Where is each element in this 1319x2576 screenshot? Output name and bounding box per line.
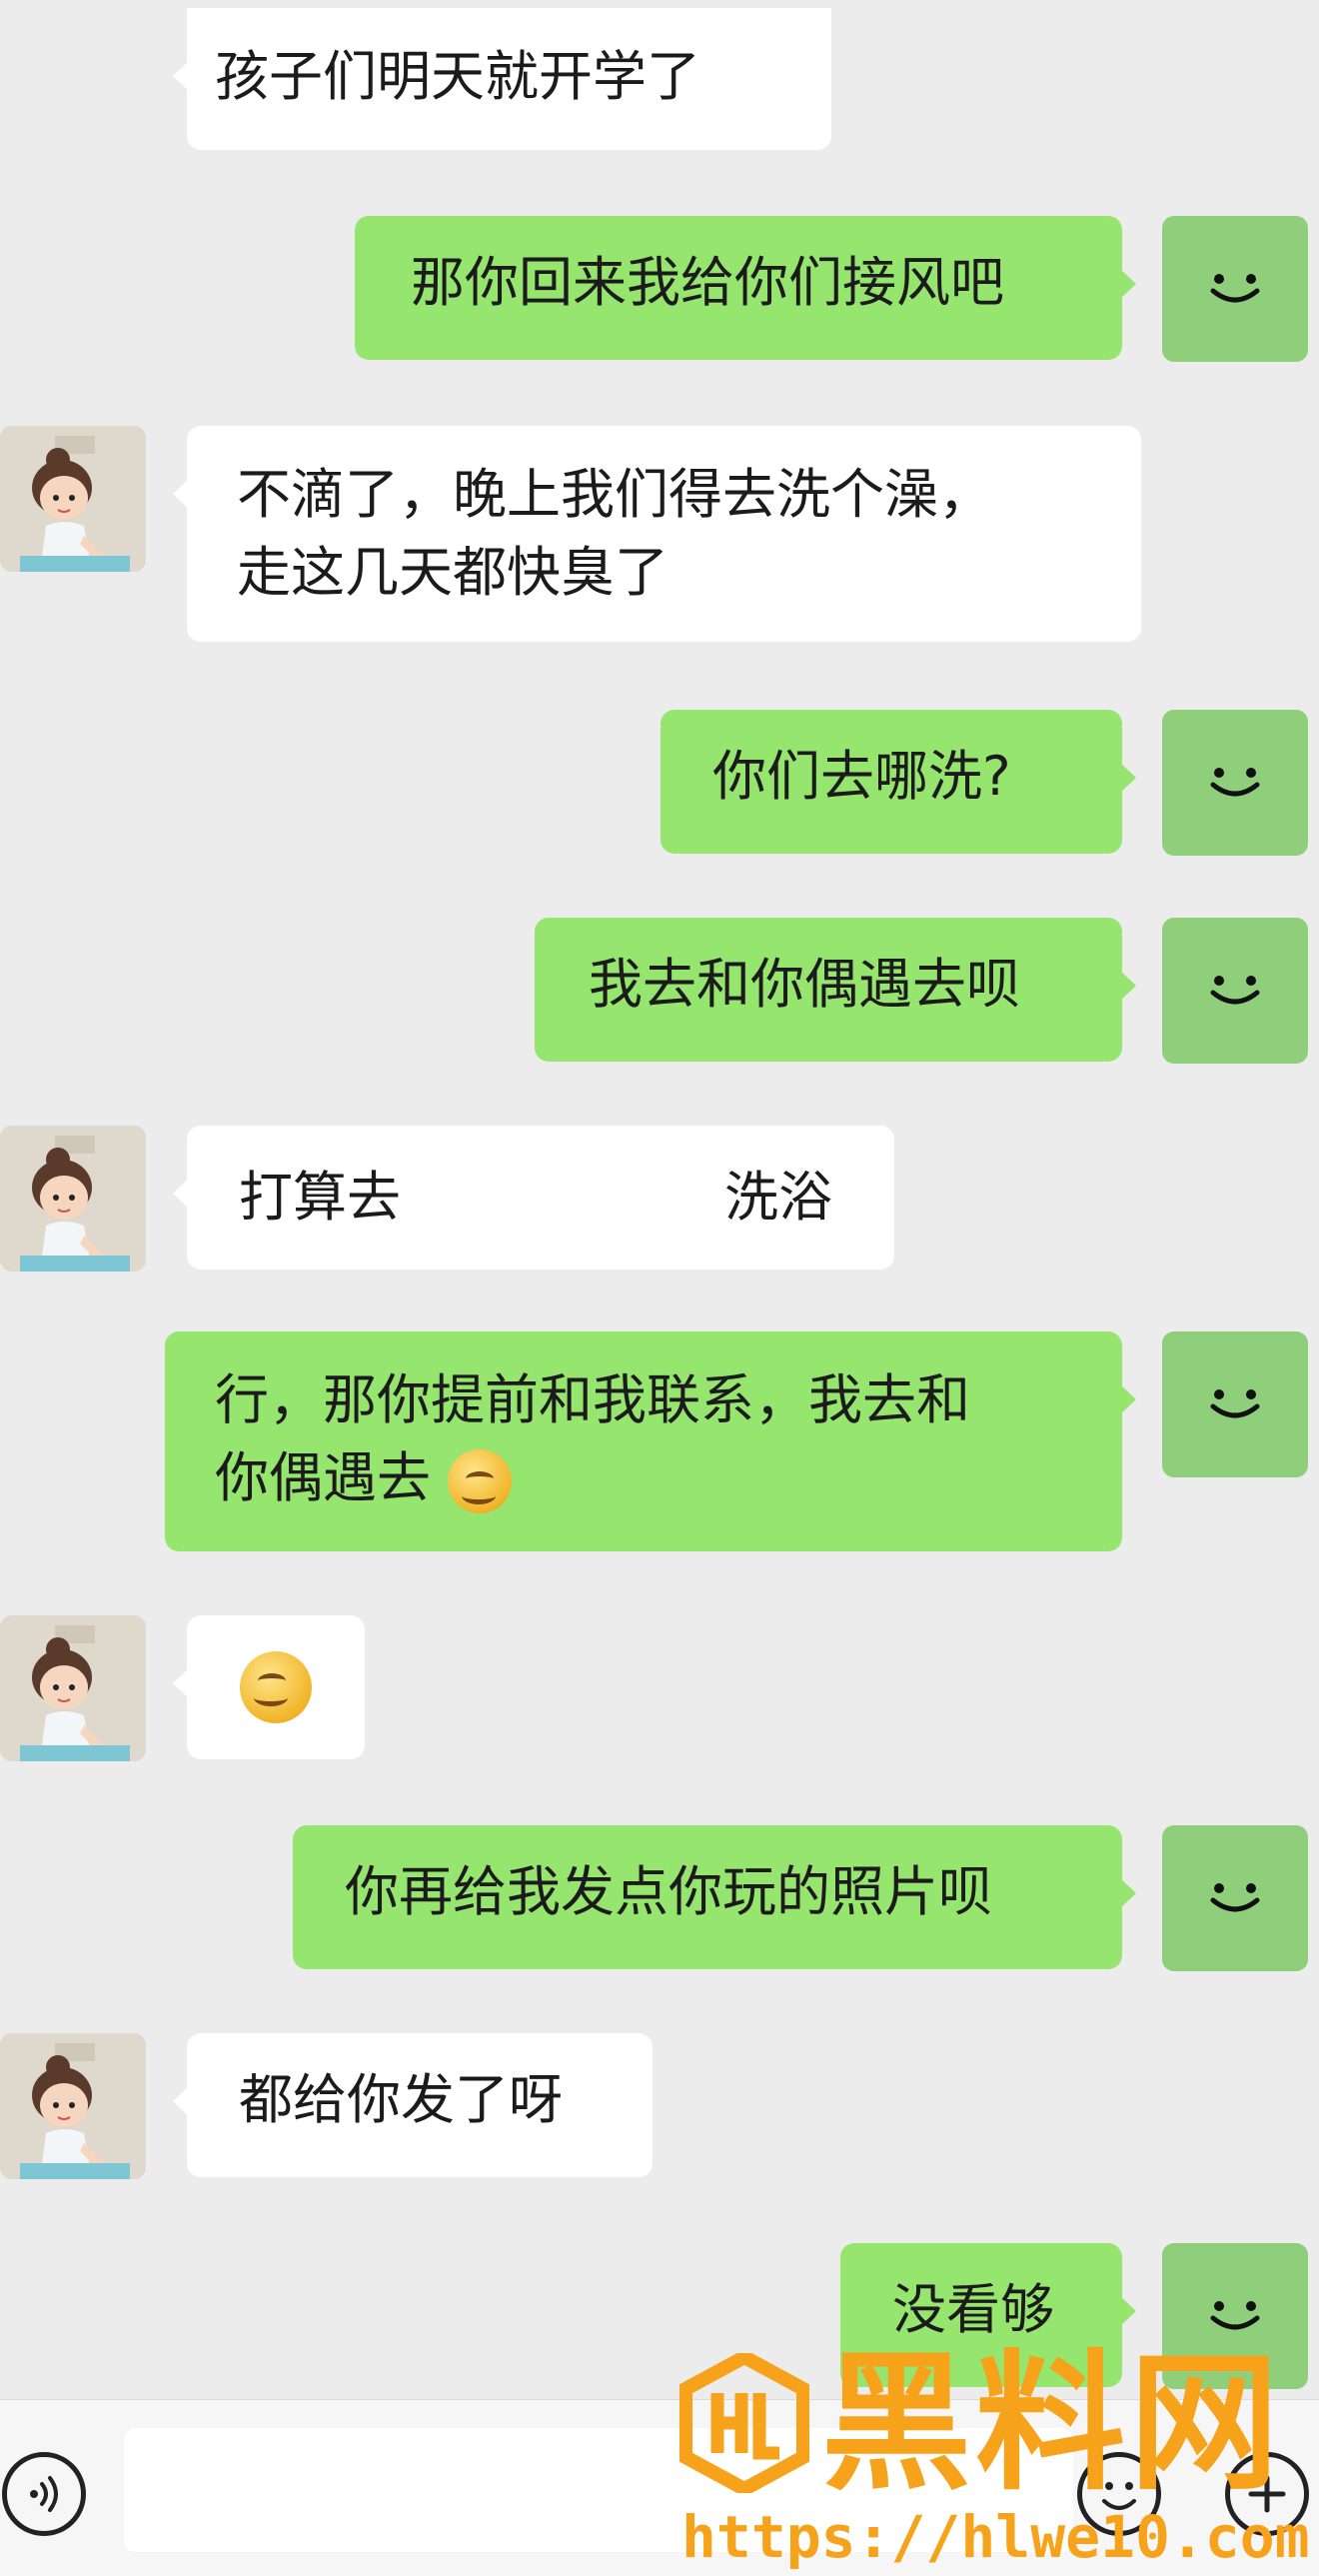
- message-text: 没看够: [892, 2278, 1054, 2341]
- my-avatar[interactable]: [1162, 918, 1308, 1064]
- message-received[interactable]: 不滴了，晚上我们得去洗个澡， 走这几天都快臭了: [173, 426, 1141, 642]
- message-sent[interactable]: 我去和你偶遇去呗: [535, 918, 1136, 1062]
- message-text: 都给你发了呀: [239, 2068, 563, 2131]
- cartoon-girl-avatar: [0, 2033, 146, 2179]
- message-sent[interactable]: 行，那你提前和我联系，我去和 你偶遇去: [165, 1331, 1136, 1551]
- message-text: 孩子们明天就开学了: [215, 45, 700, 108]
- cartoon-girl-avatar: [0, 426, 146, 572]
- emoji-icon: [1102, 2482, 1136, 2510]
- redacted-area: [423, 1148, 682, 1248]
- emoji-button[interactable]: [1077, 2452, 1161, 2536]
- my-avatar[interactable]: [1162, 1331, 1308, 1477]
- my-avatar[interactable]: [1162, 1825, 1308, 1971]
- smile-face-icon: [1210, 1883, 1260, 1912]
- message-text: 不滴了，晚上我们得去洗个澡，: [237, 463, 992, 526]
- contact-avatar[interactable]: [0, 1126, 146, 1272]
- message-received[interactable]: [173, 1615, 365, 1759]
- message-text: 走这几天都快臭了: [237, 541, 668, 604]
- smile-face-icon: [1210, 976, 1260, 1005]
- cartoon-girl-avatar: [0, 1615, 146, 1761]
- message-text: 那你回来我给你们接风吧: [411, 251, 1004, 314]
- message-text: 行，那你提前和我联系，我去和: [215, 1368, 970, 1431]
- my-avatar[interactable]: [1162, 2243, 1308, 2389]
- smile-face-icon: [1210, 2301, 1260, 2330]
- smile-face-icon: [1210, 274, 1260, 303]
- input-bar: [0, 2399, 1319, 2576]
- message-received[interactable]: 孩子们明天就开学了: [173, 8, 831, 150]
- message-received[interactable]: 都给你发了呀: [173, 2033, 653, 2177]
- message-text: 你们去哪洗?: [712, 745, 1011, 808]
- message-text: 洗浴: [724, 1166, 832, 1229]
- my-avatar[interactable]: [1162, 710, 1308, 856]
- message-text: 你再给我发点你玩的照片呗: [345, 1860, 992, 1923]
- smirk-emoji-icon: [448, 1449, 513, 1514]
- message-received[interactable]: 打算去 洗浴: [173, 1126, 894, 1270]
- message-text: 我去和你偶遇去呗: [589, 953, 1020, 1016]
- message-line: 你偶遇去: [215, 1439, 1072, 1517]
- message-sent[interactable]: 那你回来我给你们接风吧: [355, 216, 1136, 360]
- cartoon-girl-avatar: [0, 1126, 146, 1272]
- smile-face-icon: [1210, 768, 1260, 797]
- message-sent[interactable]: 没看够: [840, 2243, 1136, 2387]
- smirk-emoji-icon: [240, 1651, 312, 1723]
- message-text: 打算去: [239, 1166, 401, 1229]
- message-text: 你偶遇去: [215, 1446, 431, 1509]
- contact-avatar[interactable]: [0, 1615, 146, 1761]
- message-sent[interactable]: 你们去哪洗?: [660, 710, 1136, 854]
- my-avatar[interactable]: [1162, 216, 1308, 362]
- voice-icon: [30, 2476, 58, 2512]
- message-input[interactable]: [124, 2428, 1073, 2552]
- contact-avatar[interactable]: [0, 426, 146, 572]
- plus-icon: [1248, 2475, 1286, 2513]
- plus-button[interactable]: [1225, 2452, 1309, 2536]
- contact-avatar[interactable]: [0, 2033, 146, 2179]
- message-sent[interactable]: 你再给我发点你玩的照片呗: [293, 1825, 1136, 1969]
- voice-button[interactable]: [2, 2452, 86, 2536]
- smile-face-icon: [1210, 1389, 1260, 1418]
- chat-area: 孩子们明天就开学了 那你回来我给你们接风吧 不滴了，晚上我们得去洗个澡， 走这几…: [0, 0, 1319, 2399]
